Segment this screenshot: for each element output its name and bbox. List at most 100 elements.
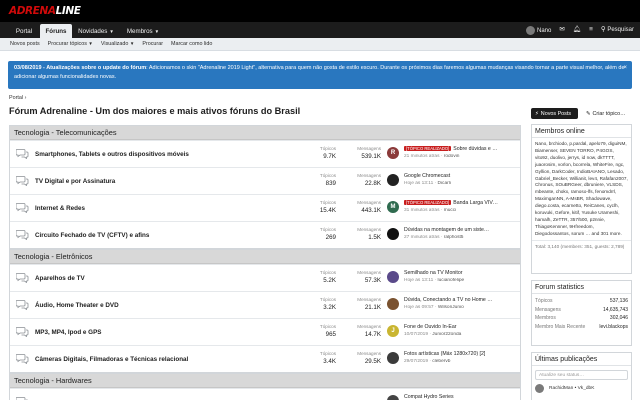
avatar[interactable]	[387, 298, 399, 310]
last-post-title[interactable]: Google Chromecast	[404, 173, 518, 179]
forum-node-title[interactable]: Circuito Fechado de TV (CFTV) e afins	[35, 232, 149, 239]
forum-node[interactable]: Aparelhos de TV Tópicos 5.2K Mensagens 57.3K…	[10, 264, 520, 291]
chat-icon	[15, 299, 29, 311]
messages-stat: Mensagens 443.1K	[345, 200, 381, 214]
last-post-user[interactable]: rodovin	[444, 154, 460, 159]
messages-label: Mensagens	[357, 324, 381, 329]
last-post-title[interactable]: [TÓPICO REALIZADO] Sobre dúvidas e …	[404, 146, 518, 152]
tab-novidades[interactable]: Novidades ▼	[74, 24, 118, 38]
last-post-user[interactable]: Junior22onda	[432, 332, 461, 337]
newest-member-link[interactable]: levi.blackops	[599, 324, 628, 330]
forum-node[interactable]: Compat Hydro Series	[10, 388, 520, 400]
tab-foruns-label: Fóruns	[45, 27, 67, 35]
avatar[interactable]	[387, 395, 399, 400]
thread-prefix-tag: [TÓPICO REALIZADO]	[404, 200, 452, 205]
chat-icon	[15, 229, 29, 241]
category-block: Tecnologia - Telecomunicações Smartphones…	[9, 125, 521, 249]
last-post-user[interactable]: lucianofelipe	[438, 278, 465, 283]
chat-icon	[15, 148, 29, 160]
site-notice: 03/08/2019 - Atualizações sobre o update…	[8, 61, 632, 89]
last-post-title[interactable]: [TÓPICO REALIZADO] Banda Larga VIV…	[404, 200, 518, 206]
category-title[interactable]: Tecnologia - Telecomunicações	[10, 126, 520, 140]
stat-value: 537,136	[609, 298, 628, 305]
search-link[interactable]: ⚲ Pesquisar	[601, 26, 634, 34]
subnav-find-threads-label: Procurar tópicos	[47, 41, 87, 47]
messages-count: 14.7K	[364, 331, 381, 338]
subnav-new-posts[interactable]: Novos posts	[10, 41, 40, 47]
forum-node[interactable]: Circuito Fechado de TV (CFTV) e afins Tóp…	[10, 221, 520, 248]
site-logo[interactable]: ADRENALINE	[9, 3, 81, 19]
avatar	[526, 25, 536, 35]
account-link[interactable]: Nano	[526, 25, 551, 35]
threads-stat: Tópicos 9.7K	[300, 146, 336, 160]
last-post-title[interactable]: Fone de Ouvido In-Ear	[404, 324, 518, 330]
avatar	[535, 384, 544, 393]
last-post-title[interactable]: Fotos artísticas (Máx 1280x720) [2]	[404, 351, 518, 357]
avatar[interactable]	[387, 228, 399, 240]
subnav-mark-read[interactable]: Marcar como lido	[171, 41, 212, 47]
tab-foruns[interactable]: Fóruns	[40, 24, 72, 38]
latest-posts-title: Últimas publicações	[532, 353, 631, 366]
forum-node-title[interactable]: Aparelhos de TV	[35, 275, 85, 282]
forum-node[interactable]: Internet & Redes Tópicos 15.4K Mensagens 443…	[10, 194, 520, 221]
forum-node-title[interactable]: MP3, MP4, Ipod e GPS	[35, 329, 101, 336]
last-post-user[interactable]: Dicarli	[438, 181, 451, 186]
forum-node-title[interactable]: Áudio, Home Theater e DVD	[35, 302, 119, 309]
last-post-title-text: Sobre dúvidas e …	[453, 146, 498, 152]
last-post-time: 10/07/2019	[404, 332, 429, 337]
breadcrumb[interactable]: Portal ›	[9, 95, 26, 101]
last-post-title[interactable]: Dúvidas na montagem de um siste…	[404, 227, 518, 233]
threads-label: Tópicos	[319, 146, 336, 151]
menu-icon[interactable]: ≡	[589, 26, 593, 34]
last-post-user[interactable]: WilsonJunio	[438, 305, 464, 310]
stat-key: Mensagens	[535, 306, 561, 313]
forum-node[interactable]: TV Digital e por Assinatura Tópicos 839 Men…	[10, 167, 520, 194]
inbox-icon[interactable]: ✉	[559, 26, 564, 34]
threads-count: 15.4K	[319, 207, 336, 214]
forum-node[interactable]: Áudio, Home Theater e DVD Tópicos 3.2K Mens…	[10, 291, 520, 318]
subnav-search[interactable]: Procurar	[142, 41, 163, 47]
threads-label: Tópicos	[319, 297, 336, 302]
last-post-user[interactable]: ralphost5	[444, 235, 464, 240]
category-title[interactable]: Tecnologia - Hardwares	[10, 374, 520, 388]
avatar[interactable]	[387, 174, 399, 186]
status-input[interactable]: Atualize seu status…	[535, 370, 628, 380]
close-icon[interactable]: ×	[623, 64, 627, 73]
last-post-time: 31 minutos atrás	[404, 208, 440, 213]
forum-node[interactable]: MP3, MP4, Ipod e GPS Tópicos 965 Mensagens 1…	[10, 318, 520, 345]
tab-membros[interactable]: Membros ▼	[121, 24, 165, 38]
last-post-title[interactable]: Dúvida, Conectando a TV no Home …	[404, 297, 518, 303]
members-online-total: Total: 3,140 (members: 351, guests: 2,78…	[532, 239, 631, 252]
tab-portal[interactable]: Portal	[10, 24, 38, 38]
avatar[interactable]	[387, 352, 399, 364]
create-thread-button[interactable]: ✎ Criar tópico…	[582, 108, 632, 119]
last-post-time: Hoje às 13:11	[404, 278, 434, 283]
avatar[interactable]	[387, 271, 399, 283]
last-post-user[interactable]: clebervb	[432, 359, 450, 364]
forum-node-title[interactable]: Internet & Redes	[35, 205, 85, 212]
subnav-find-threads[interactable]: Procurar tópicos ▼	[48, 41, 93, 47]
last-post-title[interactable]: Compat Hydro Series	[404, 394, 518, 400]
tab-membros-label: Membros	[126, 27, 153, 35]
members-online-list[interactable]: Nano, brchiodo, p.pardal, apelo79, digui…	[532, 138, 631, 238]
forum-node-title[interactable]: Câmeras Digitais, Filmadoras e Técnicas …	[35, 356, 188, 363]
lightning-icon: ⚡︎	[535, 110, 539, 117]
category-title[interactable]: Tecnologia - Eletrônicos	[10, 250, 520, 264]
breadcrumb-portal[interactable]: Portal	[9, 95, 23, 101]
forum-node-title[interactable]: Smartphones, Tablets e outros dispositiv…	[35, 151, 189, 158]
last-post-user[interactable]: mucci	[444, 208, 457, 213]
subnav-watched[interactable]: Visualizado ▼	[101, 41, 134, 47]
last-post-time: 27 minutos atrás	[404, 235, 440, 240]
forum-node[interactable]: Câmeras Digitais, Filmadoras e Técnicas …	[10, 345, 520, 372]
forum-node[interactable]: Smartphones, Tablets e outros dispositiv…	[10, 140, 520, 167]
forum-node-title[interactable]: TV Digital e por Assinatura	[35, 178, 115, 185]
avatar[interactable]: R	[387, 147, 399, 159]
avatar[interactable]: M	[387, 201, 399, 213]
members-online-title: Membros online	[532, 125, 631, 138]
new-posts-button[interactable]: ⚡︎ Novos Posts	[531, 108, 578, 119]
latest-post-item[interactable]: RachidMan • Vk_dbK	[532, 384, 631, 393]
avatar[interactable]: J	[387, 325, 399, 337]
bell-icon[interactable]: 🔔︎	[573, 26, 581, 34]
last-post-title[interactable]: Semilhado na TV Monitor	[404, 270, 518, 276]
messages-count: 57.3K	[364, 277, 381, 284]
